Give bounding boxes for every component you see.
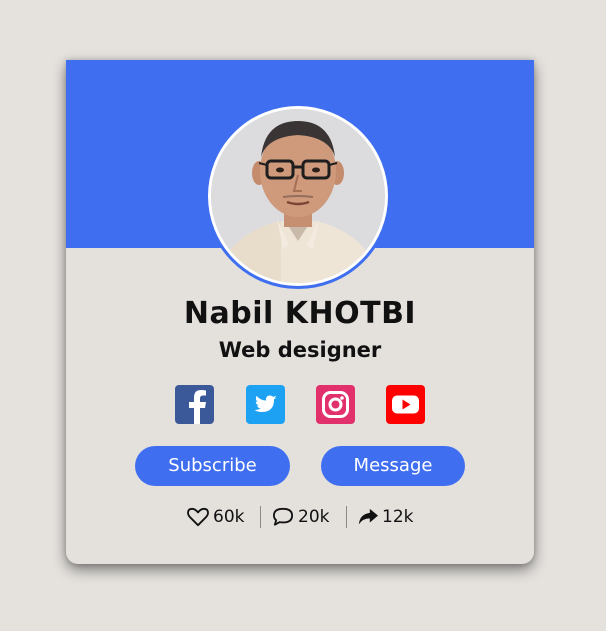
stats-divider — [346, 506, 347, 528]
stats-bar: 60k 20k 12k — [66, 506, 534, 528]
share-icon — [358, 508, 378, 525]
comments-count: 20k — [298, 507, 330, 527]
profile-card: Nabil KHOTBI Web designer Subscribe Mess… — [66, 60, 534, 564]
instagram-icon[interactable] — [316, 385, 355, 424]
avatar — [205, 103, 391, 289]
heart-icon — [187, 507, 209, 527]
facebook-icon[interactable] — [175, 385, 214, 424]
profile-name: Nabil KHOTBI — [183, 296, 417, 331]
profile-role: Web designer — [218, 338, 382, 362]
stats-divider — [260, 506, 261, 528]
likes-count: 60k — [213, 507, 245, 527]
shares-count: 12k — [382, 507, 414, 527]
comment-icon — [272, 507, 293, 526]
twitter-icon[interactable] — [246, 385, 285, 424]
youtube-icon[interactable] — [386, 385, 425, 424]
message-button[interactable]: Message — [321, 446, 465, 486]
subscribe-button[interactable]: Subscribe — [135, 446, 290, 486]
